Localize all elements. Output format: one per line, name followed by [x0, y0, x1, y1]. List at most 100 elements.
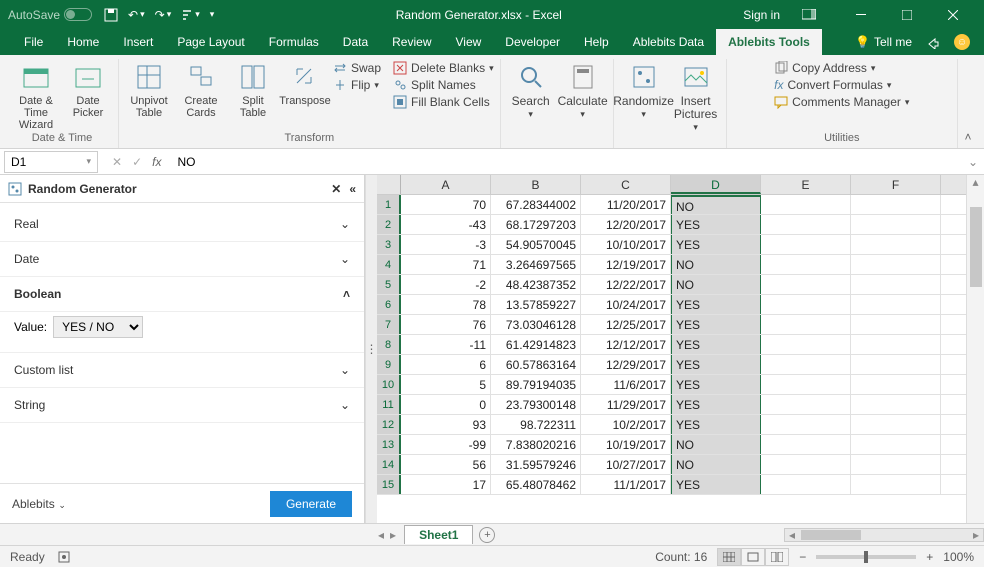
- cell[interactable]: 12/12/2017: [581, 335, 671, 354]
- tab-view[interactable]: View: [444, 29, 494, 55]
- close-panel-icon[interactable]: ✕: [331, 182, 341, 196]
- cell[interactable]: [851, 475, 941, 494]
- split-names-button[interactable]: Split Names: [393, 78, 494, 92]
- split-table-button[interactable]: Split Table: [229, 61, 277, 119]
- panel-resize-handle[interactable]: ⋮: [365, 175, 377, 523]
- cell[interactable]: [851, 335, 941, 354]
- tab-developer[interactable]: Developer: [493, 29, 572, 55]
- cell[interactable]: [851, 415, 941, 434]
- convert-formulas-button[interactable]: fxConvert Formulas ▾: [774, 78, 909, 92]
- add-sheet-button[interactable]: +: [479, 527, 495, 543]
- col-header-d[interactable]: D: [671, 175, 761, 194]
- cell[interactable]: YES: [671, 415, 761, 434]
- cell[interactable]: YES: [671, 395, 761, 414]
- section-custom-list[interactable]: Custom list⌄: [0, 353, 364, 388]
- tab-help[interactable]: Help: [572, 29, 621, 55]
- col-header-b[interactable]: B: [491, 175, 581, 194]
- cell[interactable]: [761, 395, 851, 414]
- cell[interactable]: [851, 455, 941, 474]
- cell[interactable]: 10/10/2017: [581, 235, 671, 254]
- cell[interactable]: [851, 275, 941, 294]
- cell[interactable]: 70: [401, 195, 491, 214]
- cell[interactable]: 67.28344002: [491, 195, 581, 214]
- row-header[interactable]: 10: [377, 375, 401, 394]
- cell[interactable]: 11/20/2017: [581, 195, 671, 214]
- undo-icon[interactable]: ↶▾: [128, 8, 145, 22]
- view-layout-icon[interactable]: [741, 548, 765, 566]
- section-real[interactable]: Real⌄: [0, 207, 364, 242]
- cell[interactable]: YES: [671, 235, 761, 254]
- cell[interactable]: [851, 255, 941, 274]
- row-header[interactable]: 14: [377, 455, 401, 474]
- row-header[interactable]: 7: [377, 315, 401, 334]
- cell[interactable]: NO: [671, 275, 761, 294]
- cell[interactable]: 54.90570045: [491, 235, 581, 254]
- row-header[interactable]: 4: [377, 255, 401, 274]
- cell[interactable]: [761, 375, 851, 394]
- macro-record-icon[interactable]: [57, 550, 71, 564]
- cell[interactable]: -2: [401, 275, 491, 294]
- cell[interactable]: 60.57863164: [491, 355, 581, 374]
- row-header[interactable]: 9: [377, 355, 401, 374]
- expand-bar-icon[interactable]: ⌄: [962, 155, 984, 169]
- tab-review[interactable]: Review: [380, 29, 443, 55]
- cell[interactable]: 11/6/2017: [581, 375, 671, 394]
- tab-ablebits-data[interactable]: Ablebits Data: [621, 29, 716, 55]
- delete-blanks-button[interactable]: Delete Blanks ▾: [393, 61, 494, 75]
- scrollbar-thumb[interactable]: [970, 207, 982, 287]
- cell[interactable]: [851, 295, 941, 314]
- cell[interactable]: 31.59579246: [491, 455, 581, 474]
- cell[interactable]: 3.264697565: [491, 255, 581, 274]
- cancel-icon[interactable]: ✕: [112, 155, 122, 169]
- cell[interactable]: 61.42914823: [491, 335, 581, 354]
- col-header-a[interactable]: A: [401, 175, 491, 194]
- cell[interactable]: 76: [401, 315, 491, 334]
- col-header-e[interactable]: E: [761, 175, 851, 194]
- cell[interactable]: 11/29/2017: [581, 395, 671, 414]
- cell[interactable]: 78: [401, 295, 491, 314]
- section-boolean[interactable]: Boolean˄: [0, 277, 364, 312]
- cell[interactable]: 73.03046128: [491, 315, 581, 334]
- cell[interactable]: 12/29/2017: [581, 355, 671, 374]
- cell[interactable]: 56: [401, 455, 491, 474]
- cell[interactable]: 48.42387352: [491, 275, 581, 294]
- date-time-wizard-button[interactable]: Date & Time Wizard: [12, 61, 60, 131]
- collapse-ribbon-icon[interactable]: ˄: [958, 59, 978, 148]
- maximize-button[interactable]: [884, 0, 930, 29]
- cell[interactable]: YES: [671, 355, 761, 374]
- row-header[interactable]: 15: [377, 475, 401, 494]
- cell[interactable]: [851, 195, 941, 214]
- cell[interactable]: [851, 355, 941, 374]
- tab-file[interactable]: File: [12, 29, 55, 55]
- row-header[interactable]: 8: [377, 335, 401, 354]
- cell[interactable]: [761, 255, 851, 274]
- cell[interactable]: 0: [401, 395, 491, 414]
- cell[interactable]: [761, 475, 851, 494]
- row-header[interactable]: 12: [377, 415, 401, 434]
- cell[interactable]: [761, 235, 851, 254]
- cell[interactable]: 68.17297203: [491, 215, 581, 234]
- cell[interactable]: 23.79300148: [491, 395, 581, 414]
- copy-address-button[interactable]: Copy Address ▾: [774, 61, 909, 75]
- row-header[interactable]: 13: [377, 435, 401, 454]
- cell[interactable]: 10/19/2017: [581, 435, 671, 454]
- row-header[interactable]: 6: [377, 295, 401, 314]
- tab-home[interactable]: Home: [55, 29, 111, 55]
- value-select[interactable]: YES / NO: [53, 316, 143, 338]
- vertical-scrollbar[interactable]: ▴: [966, 175, 984, 523]
- row-header[interactable]: 5: [377, 275, 401, 294]
- swap-button[interactable]: Swap: [333, 61, 381, 75]
- cell[interactable]: 5: [401, 375, 491, 394]
- cell[interactable]: -43: [401, 215, 491, 234]
- tab-page-layout[interactable]: Page Layout: [165, 29, 256, 55]
- randomize-button[interactable]: Randomize▾: [620, 61, 668, 120]
- cell[interactable]: NO: [671, 255, 761, 274]
- row-header[interactable]: 2: [377, 215, 401, 234]
- autosave-toggle[interactable]: AutoSave: [8, 8, 92, 22]
- cell[interactable]: [851, 435, 941, 454]
- view-normal-icon[interactable]: [717, 548, 741, 566]
- tell-me-button[interactable]: 💡 Tell me: [855, 35, 912, 49]
- cell[interactable]: [761, 195, 851, 214]
- tab-ablebits-tools[interactable]: Ablebits Tools: [716, 29, 822, 55]
- cell[interactable]: [761, 355, 851, 374]
